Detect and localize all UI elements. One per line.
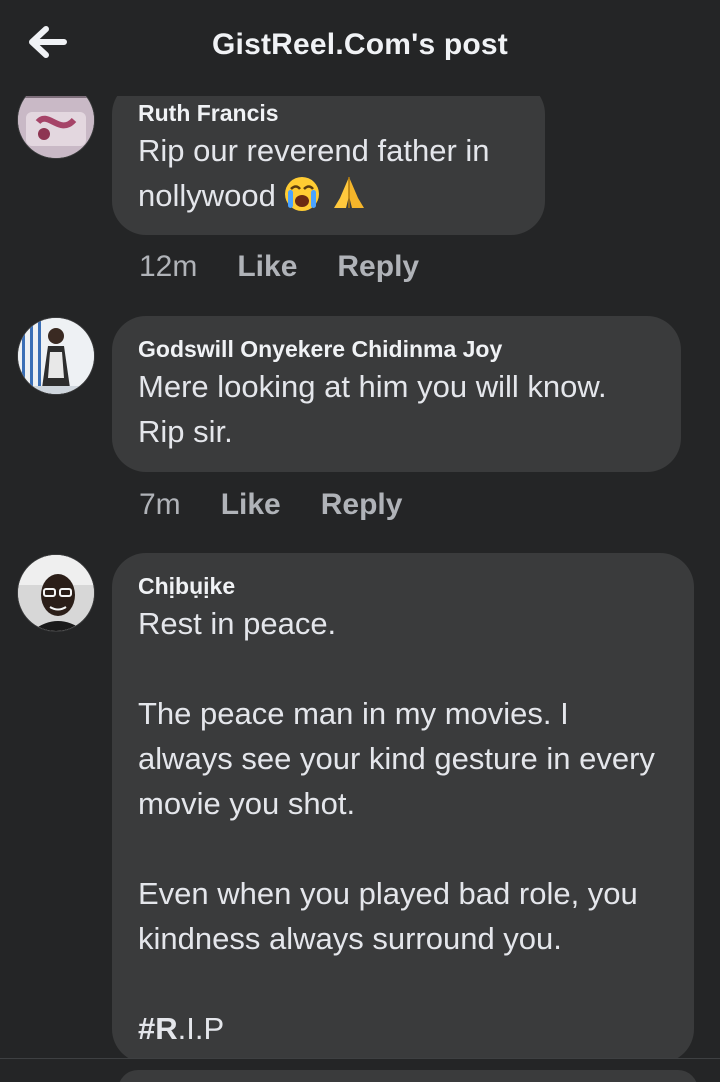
comment-text: Rip our reverend father in nollywood <box>138 128 519 224</box>
comment-hashtag[interactable]: #R.I.P <box>138 1006 668 1051</box>
comment-paragraph: Rest in peace. <box>138 606 337 641</box>
comment-bubble[interactable]: Ruth Francis Rip our reverend father in … <box>112 80 545 235</box>
folded-hands-emoji <box>328 174 370 224</box>
top-bar: GistReel.Com's post <box>0 0 720 96</box>
comment-bubble[interactable]: Godswill Onyekere Chidinma Joy Mere look… <box>112 316 681 472</box>
avatar[interactable] <box>18 318 94 394</box>
comment-actions: 12m Like Reply <box>139 250 419 284</box>
hashtag-rest: .I.P <box>177 1011 225 1046</box>
comment-bubble[interactable]: Chịbụịke Rest in peace. The peace man in… <box>112 553 694 1063</box>
crying-face-emoji <box>282 174 322 224</box>
like-button[interactable]: Like <box>237 250 297 284</box>
write-comment-input[interactable] <box>118 1070 698 1082</box>
hashtag-bold: #R <box>138 1011 178 1046</box>
comment-author[interactable]: Chịbụịke <box>138 571 668 601</box>
comment-text: Mere looking at him you will know. Rip s… <box>138 369 616 449</box>
comment-paragraph: The peace man in my movies. I always see… <box>138 696 664 821</box>
app-root: GistReel.Com's post Ruth Francis Rip our… <box>0 0 720 1082</box>
reply-button[interactable]: Reply <box>321 488 403 522</box>
page-title: GistReel.Com's post <box>212 28 508 61</box>
avatar[interactable] <box>18 555 94 631</box>
comment-author[interactable]: Godswill Onyekere Chidinma Joy <box>138 334 655 364</box>
comment-author[interactable]: Ruth Francis <box>138 98 519 128</box>
avatar-image <box>18 555 94 631</box>
comment-actions: 7m Like Reply <box>139 488 402 522</box>
like-button[interactable]: Like <box>221 488 281 522</box>
reply-button[interactable]: Reply <box>337 250 419 284</box>
comment-timestamp[interactable]: 7m <box>139 488 181 522</box>
comment-timestamp[interactable]: 12m <box>139 250 197 284</box>
comment-paragraph: Even when you played bad role, you kindn… <box>138 876 647 956</box>
avatar-image <box>18 318 94 394</box>
